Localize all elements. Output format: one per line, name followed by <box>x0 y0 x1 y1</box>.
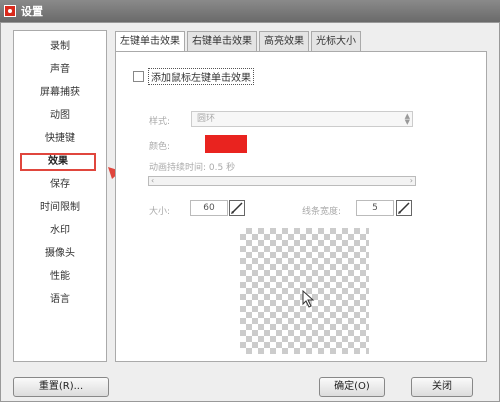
select-spin-icon: ▲ ▼ <box>404 112 410 126</box>
sidebar-item-effects[interactable]: 效果 <box>20 153 96 171</box>
sidebar-item-language[interactable]: 语言 <box>14 291 106 309</box>
tab-highlight-effect[interactable]: 高亮效果 <box>259 31 309 51</box>
style-select[interactable]: 圆环 ▲ ▼ <box>191 111 413 127</box>
pen-icon <box>398 202 410 214</box>
sidebar-item-screen-capture[interactable]: 屏幕捕获 <box>14 84 106 102</box>
settings-window: 录制 声音 屏幕捕获 动图 快捷键 效果 保存 时间限制 水印 摄像头 性能 语… <box>0 22 500 402</box>
style-label: 样式: <box>149 117 171 127</box>
enable-left-click-effect-label: 添加鼠标左键单击效果 <box>148 68 254 85</box>
color-label: 颜色: <box>149 142 171 152</box>
line-width-label: 线条宽度: <box>302 207 342 217</box>
duration-slider[interactable]: ‹ › <box>148 176 416 186</box>
sidebar-item-sound[interactable]: 声音 <box>14 61 106 79</box>
sidebar-item-record[interactable]: 录制 <box>14 38 106 56</box>
pen-icon <box>231 202 243 214</box>
enable-left-click-effect-row[interactable]: 添加鼠标左键单击效果 <box>133 68 254 85</box>
sidebar-item-hotkeys[interactable]: 快捷键 <box>14 130 106 148</box>
sidebar-item-webcam[interactable]: 摄像头 <box>14 245 106 263</box>
size-input[interactable]: 60 <box>190 200 228 216</box>
size-adjust-button[interactable] <box>229 200 245 216</box>
left-click-effect-panel: 添加鼠标左键单击效果 样式: 圆环 ▲ ▼ 颜色: 动画持续时间: 0.5 秒 ‹… <box>115 51 487 362</box>
size-label: 大小: <box>149 207 171 217</box>
tab-left-click-effect[interactable]: 左键单击效果 <box>115 31 185 52</box>
ok-button[interactable]: 确定(O) <box>319 377 385 397</box>
cancel-button[interactable]: 关闭 <box>411 377 473 397</box>
line-width-input[interactable]: 5 <box>356 200 394 216</box>
sidebar-item-watermark[interactable]: 水印 <box>14 222 106 240</box>
tab-cursor-size[interactable]: 光标大小 <box>311 31 361 51</box>
window-title: 设置 <box>21 5 43 18</box>
sidebar-item-save[interactable]: 保存 <box>14 176 106 194</box>
enable-left-click-effect-checkbox[interactable] <box>133 71 144 82</box>
title-bar: 设置 <box>0 0 500 22</box>
duration-label: 动画持续时间: 0.5 秒 <box>149 163 236 173</box>
mouse-cursor-icon <box>302 290 315 308</box>
slider-left-arrow-icon[interactable]: ‹ <box>151 176 154 186</box>
slider-right-arrow-icon[interactable]: › <box>410 176 413 186</box>
record-app-icon <box>4 5 16 17</box>
sidebar: 录制 声音 屏幕捕获 动图 快捷键 效果 保存 时间限制 水印 摄像头 性能 语… <box>13 30 107 362</box>
sidebar-item-gif[interactable]: 动图 <box>14 107 106 125</box>
style-select-value: 圆环 <box>197 114 216 124</box>
effect-tabs: 左键单击效果 右键单击效果 高亮效果 光标大小 <box>115 31 363 52</box>
line-width-adjust-button[interactable] <box>396 200 412 216</box>
tab-right-click-effect[interactable]: 右键单击效果 <box>187 31 257 51</box>
sidebar-item-performance[interactable]: 性能 <box>14 268 106 286</box>
reset-button[interactable]: 重置(R)... <box>13 377 109 397</box>
color-swatch[interactable] <box>205 135 247 153</box>
sidebar-item-time-limit[interactable]: 时间限制 <box>14 199 106 217</box>
